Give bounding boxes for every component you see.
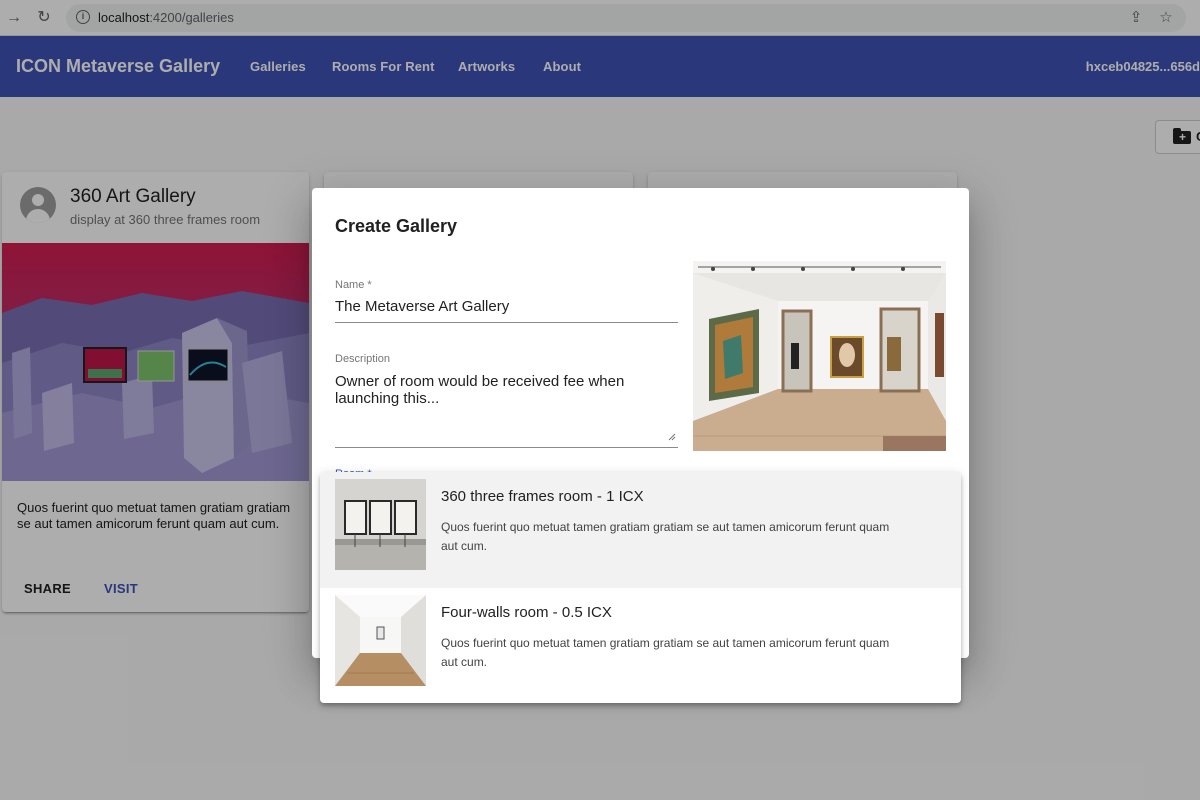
room-option[interactable]: 360 three frames room - 1 ICX Quos fueri… xyxy=(320,472,961,588)
name-label: Name * xyxy=(335,279,372,291)
dialog-title: Create Gallery xyxy=(335,216,458,236)
room-select-panel: 360 three frames room - 1 ICX Quos fueri… xyxy=(320,472,961,703)
room-option-description: Quos fuerint quo metuat tamen gratiam gr… xyxy=(441,520,890,553)
name-underline xyxy=(335,322,678,323)
description-textarea[interactable]: Owner of room would be received fee when… xyxy=(335,373,655,407)
description-label: Description xyxy=(335,353,391,365)
description-underline xyxy=(335,447,678,448)
room-option-thumbnail xyxy=(335,595,426,686)
resize-handle-icon[interactable] xyxy=(668,433,676,441)
room-option-thumbnail xyxy=(335,479,426,570)
room-option[interactable]: Four-walls room - 0.5 ICX Quos fuerint q… xyxy=(320,588,961,703)
room-option-title: 360 three frames room - 1 ICX xyxy=(441,488,644,505)
gallery-preview-image xyxy=(693,261,946,451)
room-option-description: Quos fuerint quo metuat tamen gratiam gr… xyxy=(441,636,890,669)
room-option-title: Four-walls room - 0.5 ICX xyxy=(441,604,612,621)
name-input[interactable]: The Metaverse Art Gallery xyxy=(335,298,509,315)
